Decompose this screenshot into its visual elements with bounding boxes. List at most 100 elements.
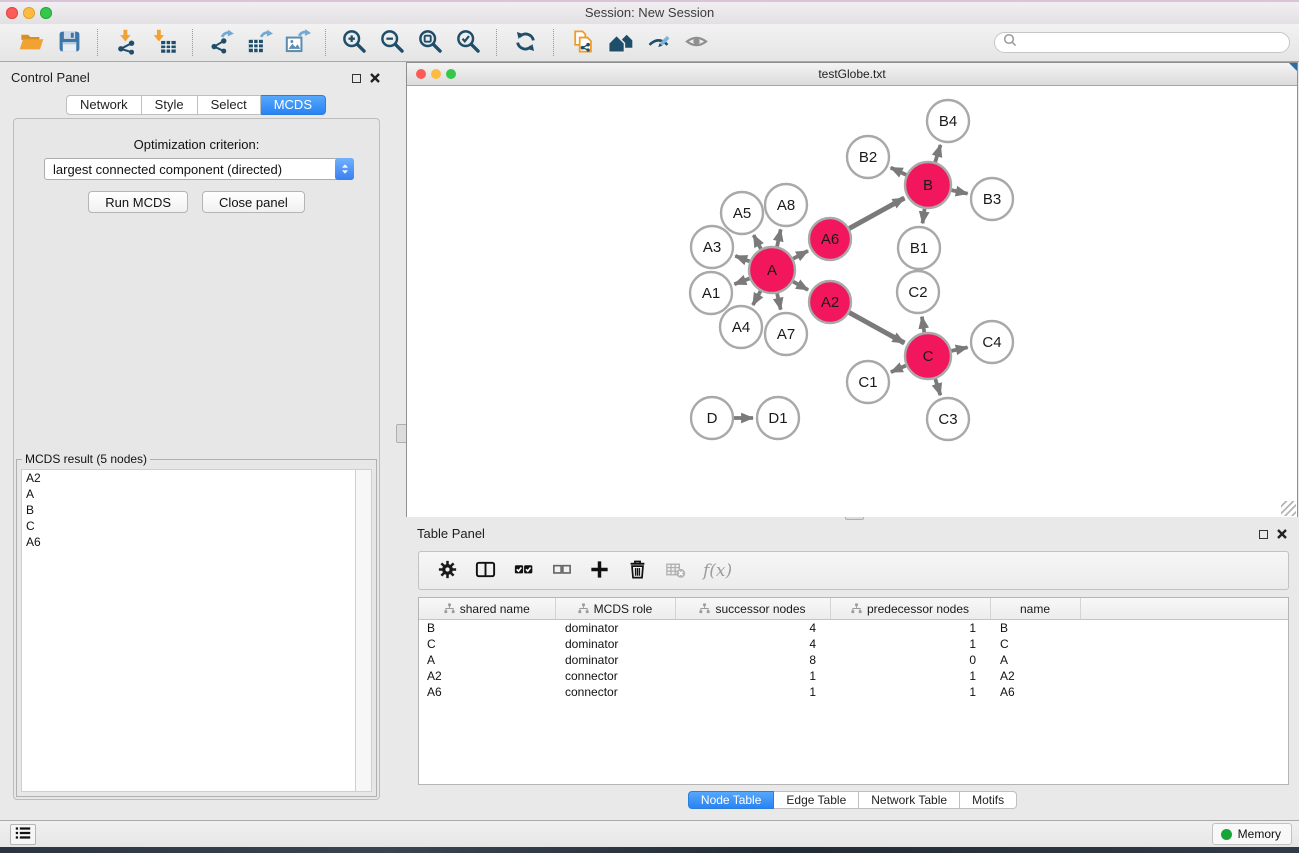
show-hide-details-button[interactable] xyxy=(677,28,715,58)
tab-network-table[interactable]: Network Table xyxy=(859,791,960,809)
graph-node-B3[interactable]: B3 xyxy=(971,178,1013,220)
duplicate-network-button[interactable] xyxy=(563,28,601,58)
graph-node-B1[interactable]: B1 xyxy=(898,227,940,269)
resize-grip[interactable] xyxy=(1281,501,1296,516)
export-image-button[interactable] xyxy=(278,28,316,58)
export-table-button[interactable] xyxy=(240,28,278,58)
network-canvas[interactable]: B4B2BB3A8A5A6A3B1AA1C2A2A4A7C4CC1DD1C3 xyxy=(407,86,1297,517)
open-file-button[interactable] xyxy=(12,28,50,58)
add-column-button[interactable] xyxy=(584,556,615,586)
graph-node-A3[interactable]: A3 xyxy=(691,226,733,268)
graph-edge-A-A5[interactable] xyxy=(754,235,761,249)
zoom-in-button[interactable] xyxy=(335,28,373,58)
tab-mcds[interactable]: MCDS xyxy=(261,95,326,115)
graph-node-C1[interactable]: C1 xyxy=(847,361,889,403)
graph-edge-A-A2[interactable] xyxy=(793,282,808,290)
graph-node-A6[interactable]: A6 xyxy=(809,218,851,260)
search-input[interactable] xyxy=(1018,34,1289,52)
graph-node-C4[interactable]: C4 xyxy=(971,321,1013,363)
graph-edge-A-A7[interactable] xyxy=(777,293,781,309)
show-columns-button[interactable] xyxy=(470,556,501,586)
graph-node-D[interactable]: D xyxy=(691,397,733,439)
select-all-button[interactable] xyxy=(508,556,539,586)
graph-node-B4[interactable]: B4 xyxy=(927,100,969,142)
zoom-out-button[interactable] xyxy=(373,28,411,58)
import-network-button[interactable] xyxy=(107,28,145,58)
graph-edge-C-C4[interactable] xyxy=(951,347,967,351)
tab-node-table[interactable]: Node Table xyxy=(688,791,775,809)
graph-node-A8[interactable]: A8 xyxy=(765,184,807,226)
result-item[interactable]: A xyxy=(22,486,357,502)
column-header-name[interactable]: name xyxy=(990,598,1080,620)
graph-edge-A6-B[interactable] xyxy=(849,198,904,228)
table-row[interactable]: Cdominator41C xyxy=(419,636,1288,652)
graph-edge-C-C2[interactable] xyxy=(922,317,924,333)
home-view-button[interactable] xyxy=(601,28,639,58)
delete-columns-button[interactable] xyxy=(622,556,653,586)
task-history-button[interactable] xyxy=(10,824,36,845)
close-panel-button[interactable]: Close panel xyxy=(202,191,305,213)
minimize-window-button[interactable] xyxy=(23,7,35,19)
zoom-window-button[interactable] xyxy=(40,7,52,19)
graph-edge-A-A4[interactable] xyxy=(753,291,761,305)
graph-node-C3[interactable]: C3 xyxy=(927,398,969,440)
graph-edge-A-A8[interactable] xyxy=(777,229,781,246)
network-close-button[interactable] xyxy=(416,69,426,79)
float-panel-button[interactable] xyxy=(352,74,361,83)
graph-node-A7[interactable]: A7 xyxy=(765,313,807,355)
graph-node-C2[interactable]: C2 xyxy=(897,271,939,313)
refresh-layout-button[interactable] xyxy=(506,28,544,58)
import-table-button[interactable] xyxy=(145,28,183,58)
graph-node-A2[interactable]: A2 xyxy=(809,281,851,323)
graph-edge-C-C3[interactable] xyxy=(935,379,940,395)
result-item[interactable]: A6 xyxy=(22,534,357,550)
run-mcds-button[interactable]: Run MCDS xyxy=(88,191,188,213)
delete-table-button[interactable] xyxy=(660,556,691,586)
network-zoom-button[interactable] xyxy=(446,69,456,79)
table-row[interactable]: A2connector11A2 xyxy=(419,668,1288,684)
column-header-shared-name[interactable]: shared name xyxy=(419,598,555,620)
graph-edge-C-C1[interactable] xyxy=(891,366,906,373)
tab-network[interactable]: Network xyxy=(66,95,142,115)
deselect-all-button[interactable] xyxy=(546,556,577,586)
graph-node-A1[interactable]: A1 xyxy=(690,272,732,314)
network-minimize-button[interactable] xyxy=(431,69,441,79)
zoom-selected-button[interactable] xyxy=(449,28,487,58)
graph-edge-B-B1[interactable] xyxy=(923,209,925,224)
graph-edge-B-B3[interactable] xyxy=(951,190,967,194)
graph-edge-B-B4[interactable] xyxy=(935,145,940,162)
graph-edge-A2-C[interactable] xyxy=(849,313,904,343)
zoom-fit-button[interactable] xyxy=(411,28,449,58)
graph-node-D1[interactable]: D1 xyxy=(757,397,799,439)
graph-edge-A-A6[interactable] xyxy=(793,251,808,259)
tab-style[interactable]: Style xyxy=(142,95,198,115)
graph-edge-B-B2[interactable] xyxy=(891,168,907,175)
result-item[interactable]: C xyxy=(22,518,357,534)
column-header-predecessor-nodes[interactable]: predecessor nodes xyxy=(830,598,990,620)
graph-edge-A-A3[interactable] xyxy=(735,256,749,262)
table-row[interactable]: Adominator80A xyxy=(419,652,1288,668)
table-settings-button[interactable] xyxy=(432,556,463,586)
paint-details-button[interactable] xyxy=(639,28,677,58)
close-window-button[interactable] xyxy=(6,7,18,19)
graph-node-A4[interactable]: A4 xyxy=(720,306,762,348)
result-item[interactable]: B xyxy=(22,502,357,518)
function-builder-button[interactable]: f(x) xyxy=(703,561,732,581)
tab-edge-table[interactable]: Edge Table xyxy=(774,791,859,809)
column-header-MCDS-role[interactable]: MCDS role xyxy=(555,598,675,620)
table-row[interactable]: Bdominator41B xyxy=(419,620,1288,637)
result-item[interactable]: A2 xyxy=(22,470,357,486)
criterion-dropdown[interactable]: largest connected component (directed) xyxy=(44,158,354,180)
memory-button[interactable]: Memory xyxy=(1212,823,1292,845)
result-scrollbar[interactable] xyxy=(355,469,372,792)
close-panel-icon-button[interactable] xyxy=(370,71,380,86)
table-row[interactable]: A6connector11A6 xyxy=(419,684,1288,700)
export-network-button[interactable] xyxy=(202,28,240,58)
tab-motifs[interactable]: Motifs xyxy=(960,791,1017,809)
float-table-panel-button[interactable] xyxy=(1259,530,1268,539)
close-table-panel-button[interactable] xyxy=(1277,527,1287,542)
save-session-button[interactable] xyxy=(50,28,88,58)
graph-node-B2[interactable]: B2 xyxy=(847,136,889,178)
graph-node-A[interactable]: A xyxy=(749,247,795,293)
graph-edge-A-A1[interactable] xyxy=(734,279,749,285)
